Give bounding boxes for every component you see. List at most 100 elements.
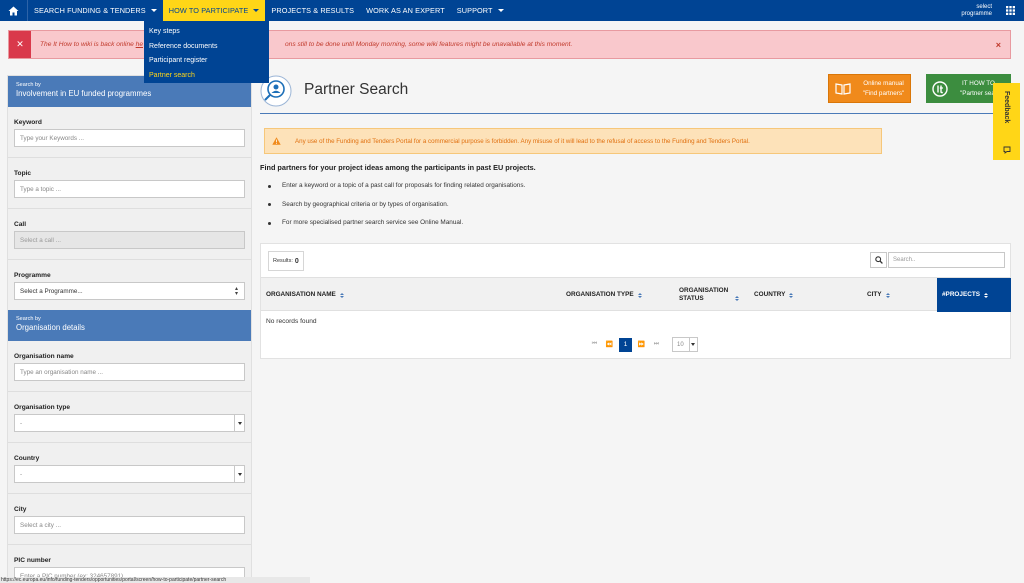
column-city[interactable]: CITY: [867, 278, 937, 312]
call-field-group: Call Select a call ...: [8, 209, 251, 260]
alert-text-start: The It How to wiki is back online: [40, 41, 136, 48]
chevron-down-icon[interactable]: [234, 415, 244, 431]
previous-page-icon[interactable]: ⏪: [602, 341, 617, 348]
empty-table-message: No records found: [266, 318, 317, 325]
select-programme-line2: programme: [961, 10, 992, 17]
sort-icon: [339, 292, 344, 298]
nav-right-area: select programme: [961, 0, 1024, 21]
nav-label: How to participate: [168, 6, 249, 15]
results-label: Results:: [273, 258, 293, 264]
nav-label: Support: [456, 6, 493, 15]
nav-label: Work as an expert: [366, 6, 445, 15]
column-organisation-type[interactable]: ORGANISATION TYPE: [566, 278, 676, 312]
section-subtitle: Search by: [16, 316, 41, 322]
how-to-participate-dropdown: Key steps Reference documents Participan…: [144, 21, 269, 83]
organisation-type-dropdown[interactable]: -: [14, 414, 245, 432]
online-manual-button[interactable]: Online manual "Find partners": [828, 74, 911, 103]
close-icon[interactable]: ×: [996, 40, 1010, 50]
warning-icon: [265, 137, 287, 145]
table-search-input[interactable]: Search..: [888, 252, 1005, 268]
sort-icon: [735, 295, 739, 301]
organisation-name-input[interactable]: Type an organisation name ...: [14, 363, 245, 381]
sort-icon: [984, 292, 989, 298]
column-projects[interactable]: #PROJECTS: [937, 278, 1011, 312]
dropdown-item-partner-search[interactable]: Partner search: [144, 69, 269, 84]
caret-down-icon: [150, 9, 157, 12]
sort-icon: [789, 292, 794, 298]
dropdown-item-key-steps[interactable]: Key steps: [144, 25, 269, 40]
apps-menu-button[interactable]: [1000, 0, 1020, 21]
dropdown-item-reference-documents[interactable]: Reference documents: [144, 40, 269, 55]
topic-label: Topic: [14, 170, 32, 177]
nav-search-funding-tenders[interactable]: Search Funding & Tenders: [28, 0, 163, 21]
caret-down-icon: [253, 9, 260, 12]
section-header-organisation: Search by Organisation details: [8, 310, 251, 341]
column-organisation-name[interactable]: ORGANISATION NAME: [266, 278, 556, 312]
city-input[interactable]: Select a city ...: [14, 516, 245, 534]
keyword-field-group: Keyword Type your Keywords ...: [8, 107, 251, 158]
column-country[interactable]: COUNTRY: [754, 278, 864, 312]
programme-select[interactable]: Select a Programme... ▴ ▾: [14, 282, 245, 300]
select-programme-button[interactable]: select programme: [961, 4, 1000, 17]
search-sidebar: Search by Involvement in EU funded progr…: [7, 75, 252, 583]
nav-work-as-expert[interactable]: Work as an expert: [360, 0, 451, 21]
page-button-current[interactable]: 1: [619, 337, 632, 352]
organisation-name-field-group: Organisation name Type an organisation n…: [8, 341, 251, 392]
grid-icon: [1005, 6, 1015, 15]
select-arrows-icon: ▴ ▾: [234, 286, 238, 297]
home-icon: [8, 6, 19, 15]
country-dropdown[interactable]: -: [14, 465, 245, 483]
organisation-name-label: Organisation name: [14, 353, 74, 360]
country-field-group: Country -: [8, 443, 251, 494]
instructions-list: Enter a keyword or a topic of a past cal…: [268, 182, 525, 238]
list-item: Search by geographical criteria or by ty…: [268, 201, 525, 220]
nav-projects-results[interactable]: Projects & Results: [265, 0, 360, 21]
home-button[interactable]: [0, 0, 28, 21]
dropdown-item-participant-register[interactable]: Participant register: [144, 54, 269, 69]
results-table-header: ORGANISATION NAME ORGANISATION TYPE ORGA…: [261, 277, 1011, 312]
programme-field-group: Programme Select a Programme... ▴ ▾: [8, 260, 251, 300]
commercial-use-warning: Any use of the Funding and Tenders Porta…: [264, 128, 882, 154]
keyword-label: Keyword: [14, 119, 42, 126]
bullet-text: Enter a keyword or a topic of a past cal…: [282, 182, 526, 189]
organisation-type-field-group: Organisation type -: [8, 392, 251, 443]
column-label: ORGANISATION TYPE: [566, 291, 634, 298]
table-search-button[interactable]: [870, 252, 887, 268]
column-organisation-status[interactable]: ORGANISATION STATUS: [679, 278, 749, 312]
feedback-tab[interactable]: Feedback: [993, 83, 1020, 160]
column-label: COUNTRY: [754, 291, 786, 298]
call-label: Call: [14, 221, 27, 228]
nav-label: Projects & Results: [271, 6, 355, 15]
country-label: Country: [14, 455, 40, 462]
programme-select-value: Select a Programme...: [20, 287, 83, 295]
last-page-icon[interactable]: ⏭: [649, 341, 664, 348]
title-divider: [260, 113, 1011, 114]
sort-icon: [885, 292, 890, 298]
alert-text-end: ons still to be done until Monday mornin…: [285, 41, 573, 48]
search-icon: [874, 256, 883, 264]
bullet-text: Search by geographical criteria or by ty…: [282, 200, 449, 208]
section-title: Organisation details: [16, 323, 85, 332]
programme-label: Programme: [14, 272, 51, 279]
manual-button-line1: Online manual: [863, 79, 904, 87]
page-size-select[interactable]: 10: [672, 337, 698, 352]
nav-how-to-participate[interactable]: How to participate: [162, 0, 266, 21]
intro-text: Find partners for your project ideas amo…: [260, 163, 536, 172]
sort-icon: [637, 292, 642, 298]
column-label: ORGANISATION STATUS: [679, 287, 729, 302]
alert-link[interactable]: he: [136, 41, 143, 48]
results-panel: Results: 0 Search.. ORGANISATION NAME OR…: [260, 243, 1011, 359]
warning-text: Any use of the Funding and Tenders Porta…: [295, 137, 750, 145]
first-page-icon[interactable]: ⏮: [587, 341, 602, 348]
city-label: City: [14, 506, 27, 513]
topic-input[interactable]: Type a topic ...: [14, 180, 245, 198]
chevron-down-icon[interactable]: [234, 466, 244, 482]
caret-down-icon: [497, 9, 504, 12]
next-page-icon[interactable]: ⏩: [634, 341, 649, 348]
chevron-down-icon: [688, 338, 697, 351]
call-input: Select a call ...: [14, 231, 245, 249]
keyword-input[interactable]: Type your Keywords ...: [14, 129, 245, 147]
pic-label: PIC number: [14, 557, 52, 564]
organisation-type-label: Organisation type: [14, 404, 71, 411]
nav-support[interactable]: Support: [451, 0, 510, 21]
